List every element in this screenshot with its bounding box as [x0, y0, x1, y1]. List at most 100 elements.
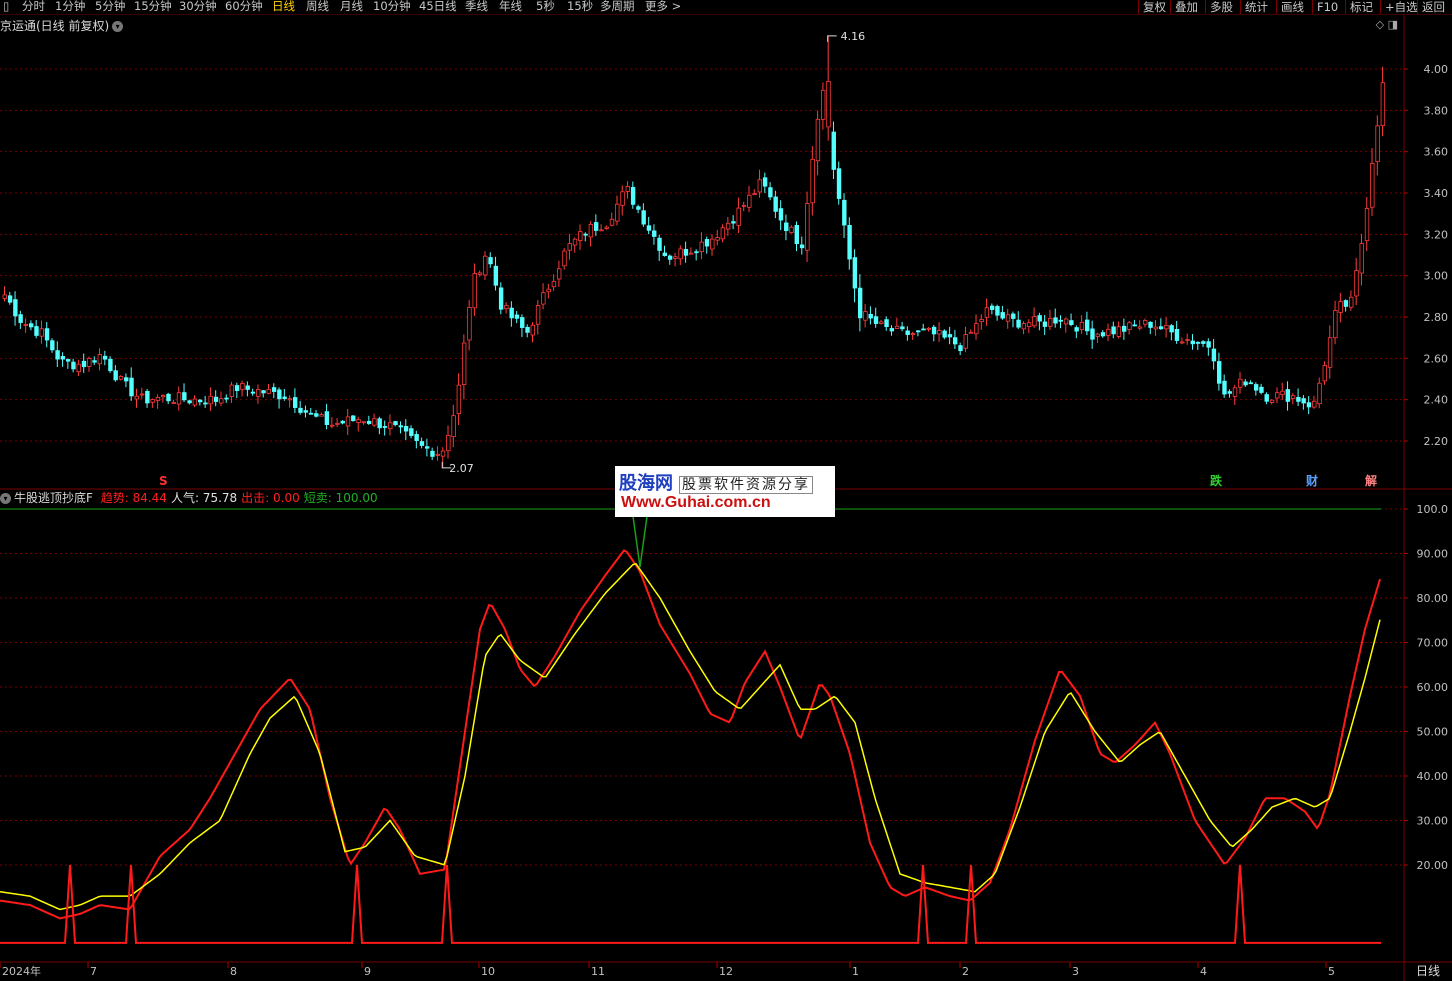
candle-84 — [446, 425, 451, 459]
time-tick-label-2: 8 — [230, 965, 237, 978]
candle-body — [292, 397, 298, 408]
candle-133 — [704, 236, 710, 254]
candle-99 — [525, 324, 530, 338]
candle-105 — [557, 260, 562, 287]
candle-109 — [578, 224, 583, 250]
candle-94 — [498, 282, 504, 315]
candle-67 — [356, 416, 361, 432]
candle-251 — [1327, 325, 1333, 379]
candle-body — [953, 337, 958, 345]
candle-131 — [694, 249, 699, 261]
candle-body — [1227, 391, 1232, 394]
candle-body — [593, 222, 599, 231]
time-tick-label-3: 9 — [364, 965, 371, 978]
candle-233 — [1232, 384, 1238, 405]
candle-10 — [55, 341, 60, 367]
candle-body — [551, 280, 557, 288]
indicator-tick-label-7: 30.00 — [1417, 815, 1449, 828]
candle-body — [1127, 322, 1132, 330]
candle-body — [171, 402, 176, 404]
candle-13 — [71, 358, 76, 373]
candle-body — [356, 419, 361, 424]
candle-body — [250, 391, 256, 394]
candle-12 — [65, 358, 71, 369]
candle-body — [451, 415, 456, 438]
candle-260 — [1375, 115, 1380, 176]
indicator-name[interactable]: 牛股逃顶抄底F — [14, 491, 93, 505]
candle-body — [604, 226, 609, 229]
candle-172 — [910, 331, 916, 340]
candle-24 — [129, 367, 134, 401]
candle-body — [493, 265, 499, 286]
candle-body — [815, 118, 821, 162]
candle-244 — [1290, 393, 1296, 405]
candle-123 — [652, 224, 657, 245]
watermark-slogan: 股票软件资源分享 — [679, 476, 813, 494]
indicator-tick-label-6: 40.00 — [1417, 770, 1449, 783]
candle-body — [1222, 380, 1227, 395]
candle-body — [1021, 323, 1027, 330]
candle-7 — [39, 320, 44, 344]
candle-body — [1201, 341, 1206, 344]
candle-body — [715, 237, 720, 241]
popularity-line — [0, 562, 1381, 911]
candle-256 — [1354, 257, 1359, 306]
candle-body — [324, 411, 330, 426]
indicator-menu-icon[interactable]: ▾ — [0, 493, 11, 504]
candle-body — [440, 450, 446, 457]
candle-body — [1000, 312, 1005, 319]
candle-body — [314, 413, 319, 417]
period-footer-label[interactable]: 日线 — [1404, 962, 1452, 981]
candle-144 — [762, 172, 768, 193]
candle-body — [667, 255, 673, 260]
candle-body — [894, 325, 900, 329]
candle-28 — [150, 398, 155, 408]
candle-194 — [1026, 319, 1032, 334]
candle-body — [335, 422, 340, 425]
candle-body — [710, 238, 715, 250]
candle-216 — [1143, 318, 1148, 328]
candle-body — [926, 327, 931, 330]
candle-6 — [34, 320, 39, 339]
candle-body — [678, 248, 683, 260]
candle-17 — [92, 356, 97, 366]
candle-body — [13, 299, 18, 317]
candle-205 — [1085, 311, 1090, 336]
price-tick-label-8: 2.40 — [1424, 394, 1449, 407]
candle-body — [23, 323, 29, 326]
candle-191 — [1011, 311, 1016, 328]
candle-201 — [1063, 317, 1069, 333]
candle-196 — [1037, 312, 1042, 331]
candle-241 — [1275, 387, 1280, 404]
candle-body — [1211, 348, 1217, 362]
candle-body — [498, 287, 504, 310]
candle-240 — [1269, 399, 1275, 405]
indicator-tick-label-5: 50.00 — [1417, 726, 1449, 739]
candle-body — [1148, 321, 1153, 328]
candle-body — [108, 358, 113, 372]
candle-body — [857, 287, 863, 319]
candle-208 — [1100, 330, 1106, 338]
candle-122 — [646, 217, 652, 235]
candle-body — [852, 257, 858, 289]
candle-body — [1063, 318, 1069, 325]
candle-18 — [97, 348, 103, 371]
candle-98 — [520, 314, 525, 338]
candle-body — [377, 418, 382, 429]
candle-157 — [831, 121, 836, 180]
candle-36 — [192, 395, 198, 408]
candle-228 — [1206, 338, 1211, 356]
candle-body — [1217, 361, 1222, 384]
candle-body — [963, 334, 968, 349]
time-tick-label-4: 10 — [481, 965, 495, 978]
candle-178 — [942, 329, 947, 340]
event-marker-2: 财 — [1305, 473, 1318, 488]
candle-body — [1174, 329, 1180, 341]
candle-135 — [715, 229, 720, 246]
candle-129 — [683, 241, 689, 263]
candle-9 — [50, 338, 55, 353]
candle-body — [916, 330, 921, 333]
candle-113 — [599, 224, 604, 232]
candle-body — [1238, 378, 1243, 388]
candle-body — [456, 384, 462, 415]
